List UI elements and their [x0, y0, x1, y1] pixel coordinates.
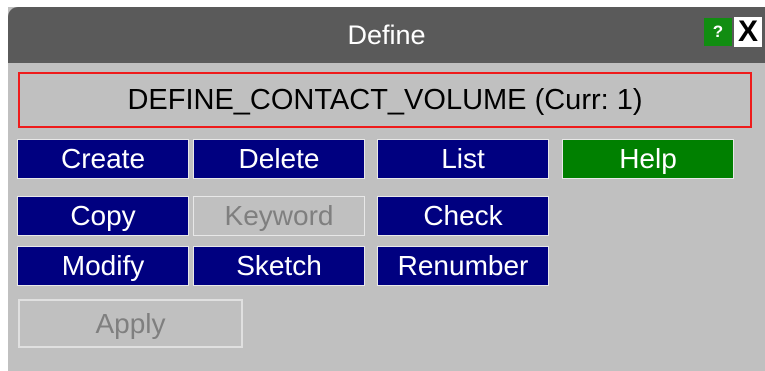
modify-button[interactable]: Modify [17, 246, 189, 286]
close-icon[interactable]: X [734, 17, 762, 47]
create-button[interactable]: Create [17, 139, 189, 179]
delete-button[interactable]: Delete [193, 139, 365, 179]
window-title: Define [347, 20, 426, 50]
help-button[interactable]: Help [562, 139, 734, 179]
keyword-button[interactable]: Keyword [193, 196, 365, 236]
check-button[interactable]: Check [377, 196, 549, 236]
copy-button[interactable]: Copy [17, 196, 189, 236]
sketch-button[interactable]: Sketch [193, 246, 365, 286]
apply-button[interactable]: Apply [18, 299, 243, 348]
list-button[interactable]: List [377, 139, 549, 179]
help-icon[interactable]: ? [704, 18, 732, 46]
define-panel: Define ? X DEFINE_CONTACT_VOLUME (Curr: … [8, 7, 765, 371]
current-keyword-display[interactable]: DEFINE_CONTACT_VOLUME (Curr: 1) [18, 72, 752, 128]
renumber-button[interactable]: Renumber [377, 246, 549, 286]
title-bar[interactable]: Define ? X [8, 7, 765, 63]
